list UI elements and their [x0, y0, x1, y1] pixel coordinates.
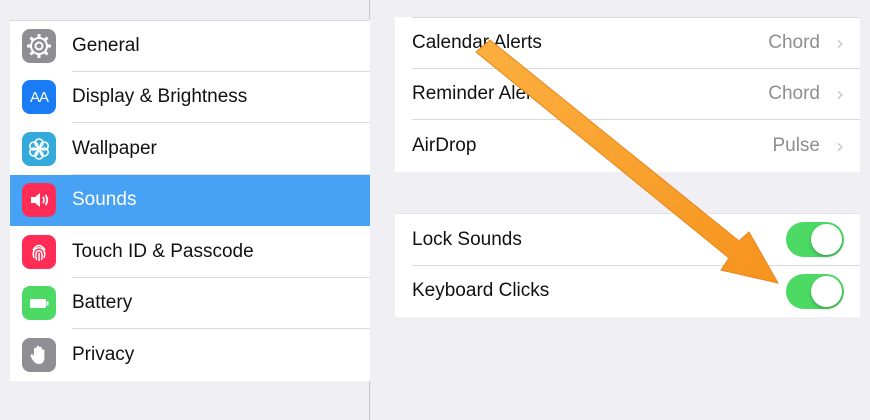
fingerprint-icon	[22, 234, 56, 269]
sidebar-item-label: General	[72, 34, 140, 56]
chevron-right-icon: ›	[836, 82, 844, 107]
sidebar-item-touch-id-passcode[interactable]: Touch ID & Passcode	[10, 226, 370, 278]
toggle-knob	[811, 275, 842, 307]
sidebar-item-general[interactable]: General	[10, 20, 370, 72]
lock-sounds-row: Lock Sounds	[395, 214, 860, 266]
text-size-icon: AA	[22, 80, 56, 115]
sidebar-item-label: Privacy	[72, 343, 135, 365]
flower-icon	[22, 131, 56, 166]
row-label: AirDrop	[412, 134, 477, 156]
sidebar-item-wallpaper[interactable]: Wallpaper	[10, 123, 370, 175]
divider	[10, 20, 369, 21]
reminder-alerts-row[interactable]: Reminder Alerts Chord ›	[395, 69, 860, 120]
keyboard-clicks-row: Keyboard Clicks	[395, 266, 860, 318]
settings-list: General AA Display & Brightness Wallpape…	[10, 20, 370, 381]
row-label: Lock Sounds	[412, 228, 522, 250]
sidebar-item-sounds[interactable]: Sounds	[10, 174, 370, 226]
keyboard-clicks-toggle[interactable]	[786, 273, 844, 309]
row-value: Pulse	[772, 134, 820, 156]
alert-tones-group: Calendar Alerts Chord › Reminder Alerts …	[395, 17, 860, 172]
sounds-detail-pane: Calendar Alerts Chord › Reminder Alerts …	[371, 0, 870, 420]
chevron-right-icon: ›	[836, 133, 844, 158]
settings-sidebar: General AA Display & Brightness Wallpape…	[0, 0, 370, 420]
speaker-icon	[22, 183, 56, 218]
sidebar-item-label: Display & Brightness	[72, 86, 248, 108]
row-label: Reminder Alerts	[412, 83, 548, 105]
chevron-right-icon: ›	[836, 30, 844, 55]
sidebar-item-privacy[interactable]: Privacy	[10, 329, 370, 381]
text-size-glyph: AA	[29, 88, 49, 106]
system-sounds-group: Lock Sounds Keyboard Clicks	[395, 213, 860, 317]
sidebar-item-label: Touch ID & Passcode	[72, 240, 254, 262]
row-value: Chord	[768, 83, 820, 105]
sidebar-item-label: Wallpaper	[72, 137, 157, 159]
gear-icon	[22, 28, 56, 63]
toggle-knob	[811, 224, 842, 256]
battery-icon	[22, 286, 56, 321]
sidebar-item-label: Sounds	[72, 189, 137, 211]
row-value: Chord	[768, 31, 820, 53]
airdrop-row[interactable]: AirDrop Pulse ›	[395, 120, 860, 172]
sidebar-item-display-brightness[interactable]: AA Display & Brightness	[10, 72, 370, 123]
hand-icon	[22, 337, 56, 372]
row-label: Keyboard Clicks	[412, 280, 550, 302]
row-label: Calendar Alerts	[412, 31, 542, 53]
lock-sounds-toggle[interactable]	[786, 222, 844, 258]
sidebar-item-battery[interactable]: Battery	[10, 278, 370, 329]
sidebar-item-label: Battery	[72, 292, 133, 314]
calendar-alerts-row[interactable]: Calendar Alerts Chord ›	[395, 17, 860, 69]
